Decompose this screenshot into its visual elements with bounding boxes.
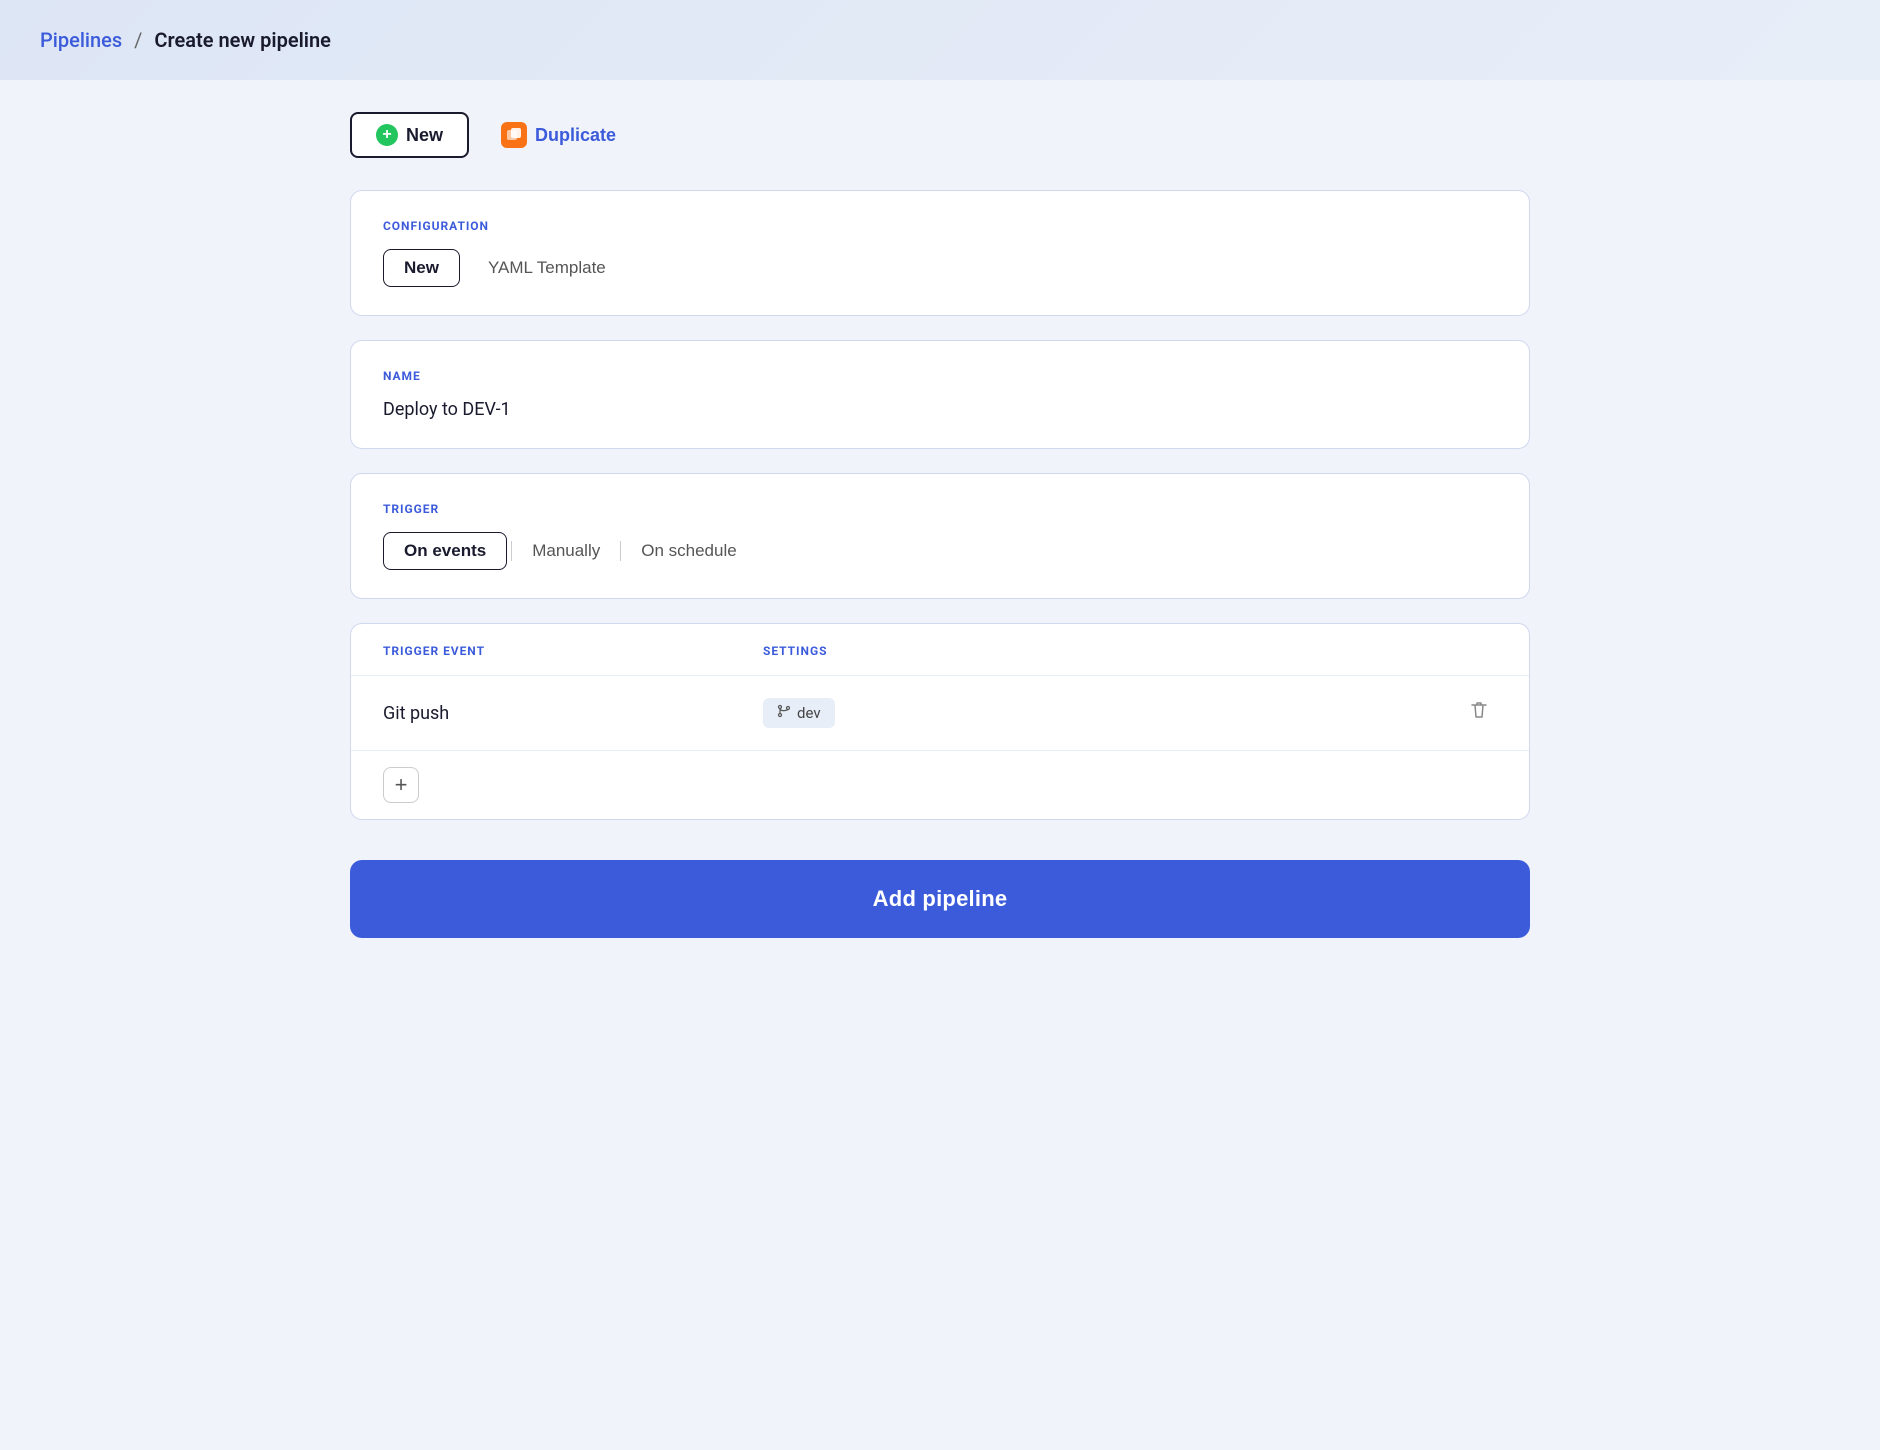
trigger-on-events[interactable]: On events (383, 532, 507, 570)
settings-label: SETTINGS (763, 644, 827, 658)
breadcrumb-parent[interactable]: Pipelines (40, 28, 122, 52)
tab-bar: + New Duplicate (350, 112, 1530, 158)
tab-duplicate-label: Duplicate (535, 125, 616, 146)
duplicate-icon (501, 122, 527, 148)
trigger-event-card: TRIGGER EVENT SETTINGS Git push (350, 623, 1530, 820)
page-header: Pipelines / Create new pipeline (0, 0, 1880, 80)
trigger-divider (511, 541, 512, 561)
tab-duplicate[interactable]: Duplicate (477, 112, 640, 158)
name-label: NAME (383, 369, 1497, 383)
trigger-manually[interactable]: Manually (516, 533, 616, 569)
trigger-event-settings: dev (763, 698, 1461, 728)
branch-badge[interactable]: dev (763, 698, 835, 728)
breadcrumb-separator: / (134, 28, 142, 52)
trigger-divider-2 (620, 541, 621, 561)
configuration-card: CONFIGURATION New YAML Template (350, 190, 1530, 316)
breadcrumb-current: Create new pipeline (154, 28, 331, 52)
trigger-event-label: TRIGGER EVENT (383, 644, 485, 658)
trigger-event-col2-header: SETTINGS (763, 640, 1497, 659)
configuration-options: New YAML Template (383, 249, 1497, 287)
add-trigger-button[interactable]: + (383, 767, 419, 803)
add-trigger-row: + (351, 751, 1529, 819)
trigger-options: On events Manually On schedule (383, 532, 1497, 570)
config-option-new[interactable]: New (383, 249, 460, 287)
add-icon: + (395, 772, 408, 798)
trigger-on-schedule[interactable]: On schedule (625, 533, 752, 569)
trigger-event-name: Git push (383, 703, 763, 724)
trigger-event-row: Git push dev (351, 676, 1529, 751)
tab-new-label: New (406, 125, 443, 146)
name-value[interactable]: Deploy to DEV-1 (383, 399, 1497, 420)
new-plus-icon: + (376, 124, 398, 146)
tab-new[interactable]: + New (350, 112, 469, 158)
delete-trigger-button[interactable] (1461, 696, 1497, 730)
config-option-yaml[interactable]: YAML Template (484, 250, 610, 286)
main-content: + New Duplicate CONFIGURATION New YAML T… (310, 80, 1570, 970)
trigger-label: TRIGGER (383, 502, 1497, 516)
branch-icon (777, 704, 791, 722)
add-pipeline-button[interactable]: Add pipeline (350, 860, 1530, 938)
trigger-event-header: TRIGGER EVENT SETTINGS (351, 624, 1529, 676)
name-card: NAME Deploy to DEV-1 (350, 340, 1530, 449)
trigger-event-col1-header: TRIGGER EVENT (383, 640, 763, 659)
trigger-card: TRIGGER On events Manually On schedule (350, 473, 1530, 599)
branch-label: dev (797, 704, 821, 722)
configuration-label: CONFIGURATION (383, 219, 1497, 233)
